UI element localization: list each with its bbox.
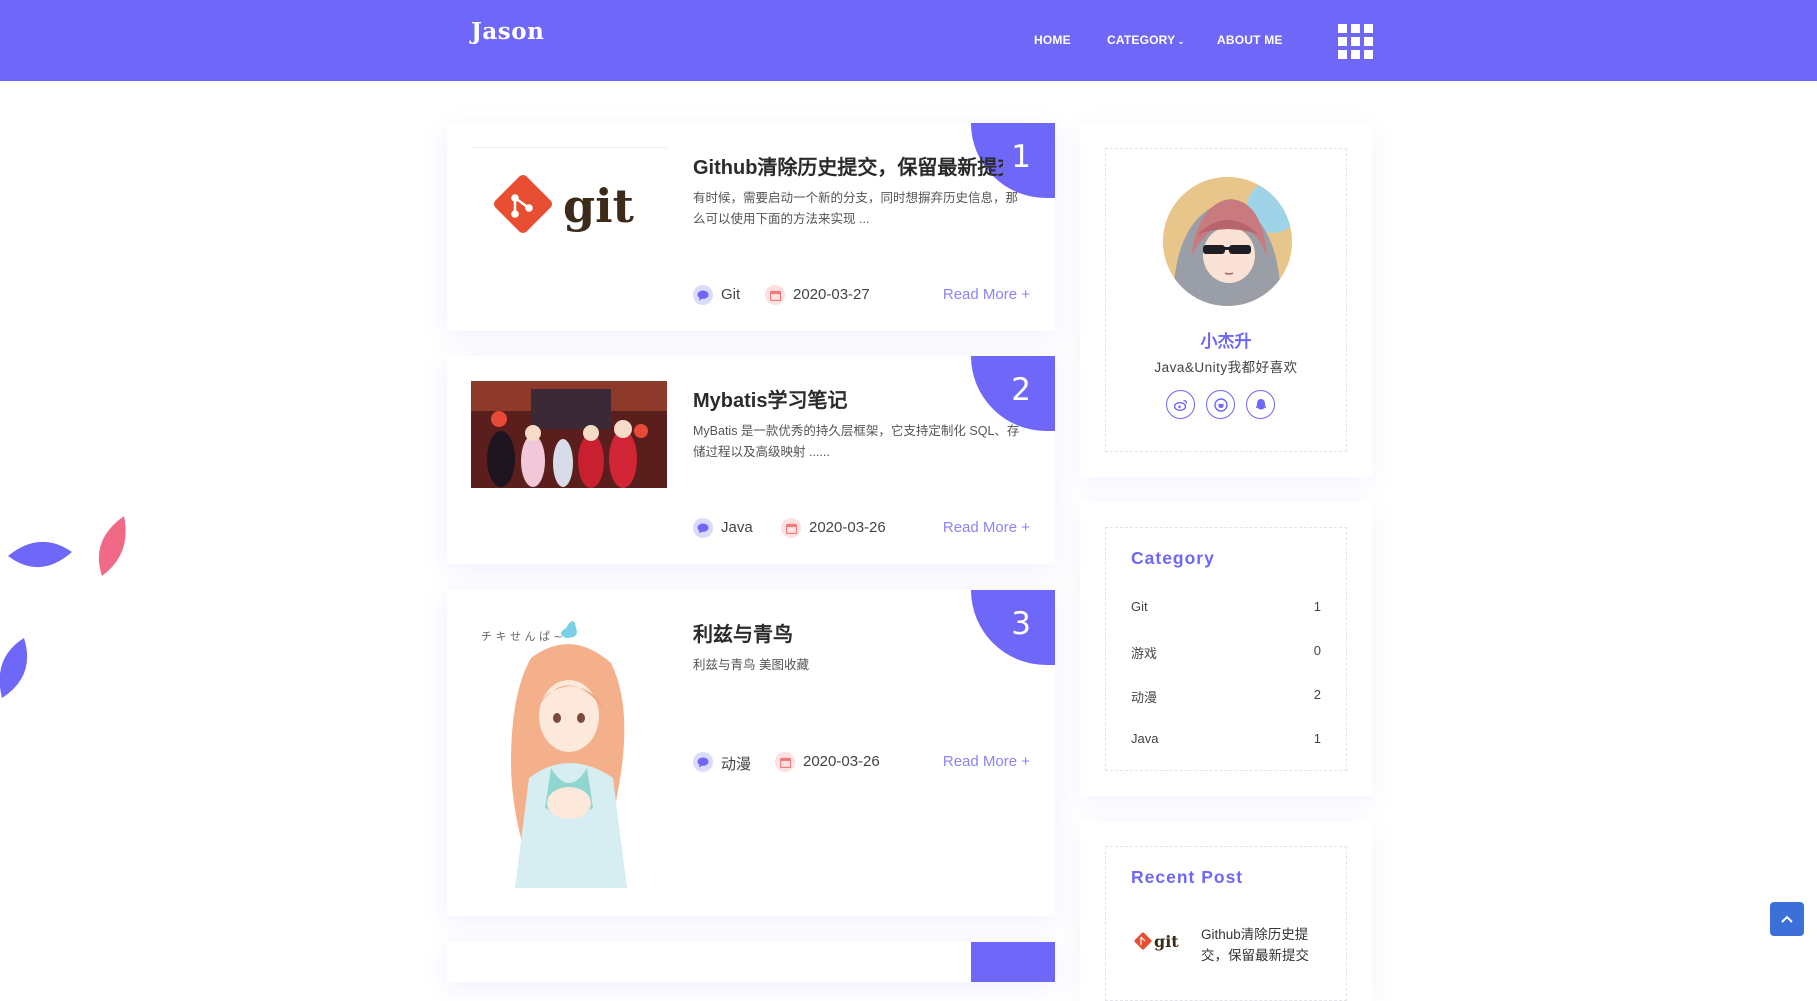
category-item[interactable]: 游戏 0 [1131,643,1321,663]
category-name: Java [1131,731,1159,746]
top-navbar: Jason HOME CATEGORY ⌄ ABOUT ME [0,0,1817,81]
category-card: Category Git 1 游戏 0 动漫 2 Java 1 [1080,502,1372,796]
category-item[interactable]: Git 1 [1131,599,1321,619]
profile-bio: Java&Unity我都好喜欢 [1154,360,1298,375]
recent-post-card: Recent Post git Github清除历史提交，保留最新提交 [1080,821,1372,1001]
recent-post-heading: Recent Post [1131,867,1244,887]
calendar-icon [781,518,801,538]
category-count: 0 [1313,643,1321,658]
svg-text:git: git [563,179,635,233]
anime-group-illustration [471,381,667,488]
category-name: 动漫 [1131,690,1158,705]
comment-icon [693,518,713,538]
category-item[interactable]: 动漫 2 [1131,687,1321,707]
apps-grid-icon[interactable] [1338,24,1374,59]
svg-text:git: git [1154,932,1179,951]
read-more-link[interactable]: Read More + [943,286,1030,303]
anime-girl-illustration: チ キ せ ん ぱ ~ [481,621,627,888]
chevron-up-icon [1781,915,1793,923]
post-number-badge [971,942,1055,982]
avatar[interactable] [1163,177,1292,306]
git-logo-icon: git [493,174,635,234]
github-icon[interactable] [1206,390,1235,419]
category-count: 1 [1313,731,1321,746]
category-item[interactable]: Java 1 [1131,731,1321,751]
profile-inner: 小杰升 Java&Unity我都好喜欢 [1105,148,1347,452]
post-title[interactable]: Github清除历史提交，保留最新提交 [693,151,1003,180]
profile-name[interactable]: 小杰升 [1106,327,1346,352]
recent-post-thumbnail[interactable]: git [1134,930,1186,952]
decorative-leaf [98,516,126,576]
category-name: 游戏 [1131,646,1158,661]
category-name: Git [1131,599,1148,614]
post-date: 2020-03-26 [803,753,880,770]
category-heading: Category [1131,548,1215,568]
post-date: 2020-03-26 [809,519,886,536]
svg-text:チ キ せ ん ぱ ~: チ キ せ ん ぱ ~ [481,630,563,643]
chevron-down-icon: ⌄ [1177,36,1186,46]
nav-about-me[interactable]: ABOUT ME [1217,33,1283,47]
nav-category[interactable]: CATEGORY ⌄ [1107,33,1185,47]
post-card: 1 git Github清除历史提交，保留最新提交 有时候，需要启动一个新的分支… [447,123,1055,331]
weibo-icon[interactable] [1166,390,1195,419]
read-more-link[interactable]: Read More + [943,753,1030,770]
post-category[interactable]: Git [721,286,740,303]
category-inner: Category Git 1 游戏 0 动漫 2 Java 1 [1105,527,1347,771]
read-more-link[interactable]: Read More + [943,519,1030,536]
category-count: 2 [1313,687,1321,702]
post-date: 2020-03-27 [793,286,870,303]
post-excerpt: MyBatis 是一款优秀的持久层框架，它支持定制化 SQL、存储过程以及高级映… [693,424,1020,459]
qq-icon[interactable] [1246,390,1275,419]
back-to-top-button[interactable] [1770,902,1804,936]
post-card: 2 Mybatis学习笔记 MyBatis 是一款优秀的持久层框架，它支持定制化… [447,356,1055,564]
decorative-leaf [0,638,28,698]
post-title[interactable]: Mybatis学习笔记 [693,384,1003,413]
calendar-icon [775,752,795,772]
git-logo-icon: git [1134,932,1179,951]
calendar-icon [765,285,785,305]
post-category[interactable]: 动漫 [721,753,751,774]
post-title[interactable]: 利兹与青鸟 [693,618,1003,647]
nav-home[interactable]: HOME [1034,33,1071,47]
comment-icon [693,285,713,305]
site-logo[interactable]: Jason [471,18,544,45]
post-excerpt: 有时候，需要启动一个新的分支，同时想摒弃历史信息，那么可以使用下面的方法来实现 … [693,191,1019,226]
post-excerpt: 利兹与青鸟 美图收藏 [693,658,809,672]
post-category[interactable]: Java [721,519,753,536]
nav-category-label: CATEGORY [1107,33,1176,47]
category-count: 1 [1313,599,1321,614]
post-thumbnail[interactable] [471,381,667,488]
post-thumbnail[interactable]: チ キ せ ん ぱ ~ [471,618,667,892]
decorative-leaf [8,541,72,568]
post-thumbnail[interactable]: git [471,147,667,257]
post-card [447,942,1055,982]
profile-card: 小杰升 Java&Unity我都好喜欢 [1080,123,1372,477]
comment-icon [693,752,713,772]
recent-post-inner: Recent Post git Github清除历史提交，保留最新提交 [1105,846,1347,1001]
recent-post-title[interactable]: Github清除历史提交，保留最新提交 [1201,924,1321,966]
post-card: 3 チ キ せ ん ぱ ~ 利兹与青鸟 利兹与青鸟 美图收藏 动漫 2020-0… [447,590,1055,916]
